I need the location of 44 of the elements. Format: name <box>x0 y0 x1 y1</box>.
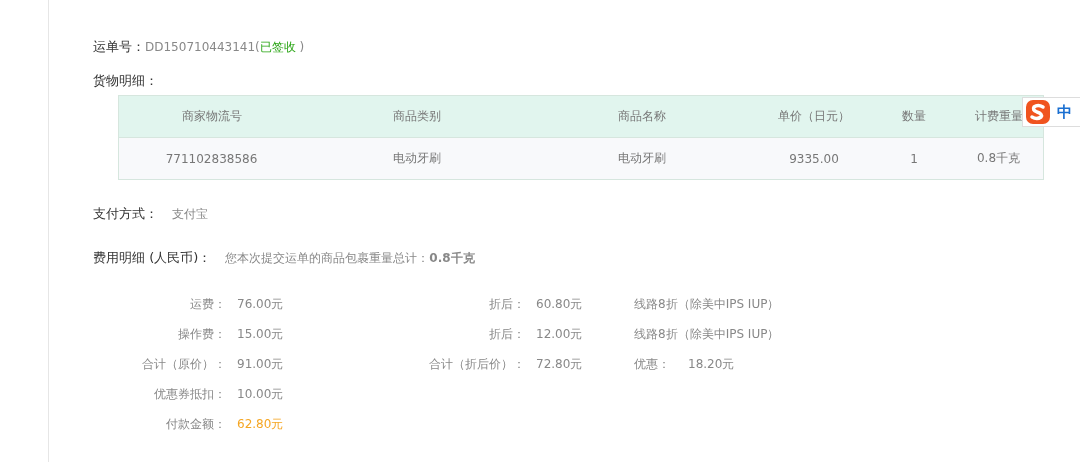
waybill-number: DD150710443141( <box>145 40 260 54</box>
table-cell-text: 0.8千克 <box>975 150 1022 167</box>
fee-label: 优惠券抵扣： <box>154 385 226 403</box>
column-header: 商品名称 <box>616 108 667 125</box>
goods-label: 货物明细： <box>93 72 158 90</box>
table-cell-text: 电动牙刷 <box>616 150 667 167</box>
discount-amount: 60.80元 <box>536 295 583 313</box>
fees-label: 费用明细 (人民币)： <box>93 249 212 267</box>
fee-label: 运费： <box>190 295 226 313</box>
column-header: 计费重量 <box>973 108 1024 125</box>
discount-amount: 12.00元 <box>536 325 583 343</box>
column-header: 单价（日元） <box>777 108 851 125</box>
discount-note: 线路8折（除美中IPS IUP） <box>634 325 781 343</box>
weight-summary: 您本次提交运单的商品包裹重量总计：0.8千克 <box>225 250 475 267</box>
fee-amount: 76.00元 <box>237 295 284 313</box>
fee-amount: 10.00元 <box>237 385 284 403</box>
ime-mode: 中 <box>1057 102 1072 122</box>
column-header: 商家物流号 <box>180 108 243 125</box>
s-logo-icon <box>1025 99 1051 125</box>
fee-label: 付款金额： <box>166 415 226 433</box>
ime-badge[interactable]: 中 <box>1022 97 1080 127</box>
savings-amount: 18.20元 <box>688 355 735 373</box>
discount-note: 线路8折（除美中IPS IUP） <box>634 295 781 313</box>
fee-amount: 15.00元 <box>237 325 284 343</box>
discount-label: 折后： <box>489 325 525 343</box>
waybill-label: 运单号： <box>93 38 145 56</box>
table-cell-text: 771102838586 <box>164 151 259 166</box>
fee-label: 合计（原价）： <box>142 355 226 373</box>
discount-label: 合计（折后价）： <box>429 355 525 373</box>
column-header: 商品类别 <box>391 108 442 125</box>
fee-amount: 91.00元 <box>237 355 284 373</box>
payment-method: 支付宝 <box>172 206 208 223</box>
savings-label: 优惠： <box>634 355 670 373</box>
payable-amount: 62.80元 <box>237 415 284 433</box>
discount-amount: 72.80元 <box>536 355 583 373</box>
table-cell-text: 电动牙刷 <box>391 150 442 167</box>
payment-label: 支付方式： <box>93 205 158 223</box>
table-cell-text: 9335.00 <box>788 151 840 166</box>
discount-label: 折后： <box>489 295 525 313</box>
fee-label: 操作费： <box>178 325 226 343</box>
table-cell-text: 1 <box>909 151 919 166</box>
closing-paren: ) <box>298 40 305 54</box>
column-header: 数量 <box>901 108 927 125</box>
delivery-status: 已签收 <box>259 39 296 56</box>
